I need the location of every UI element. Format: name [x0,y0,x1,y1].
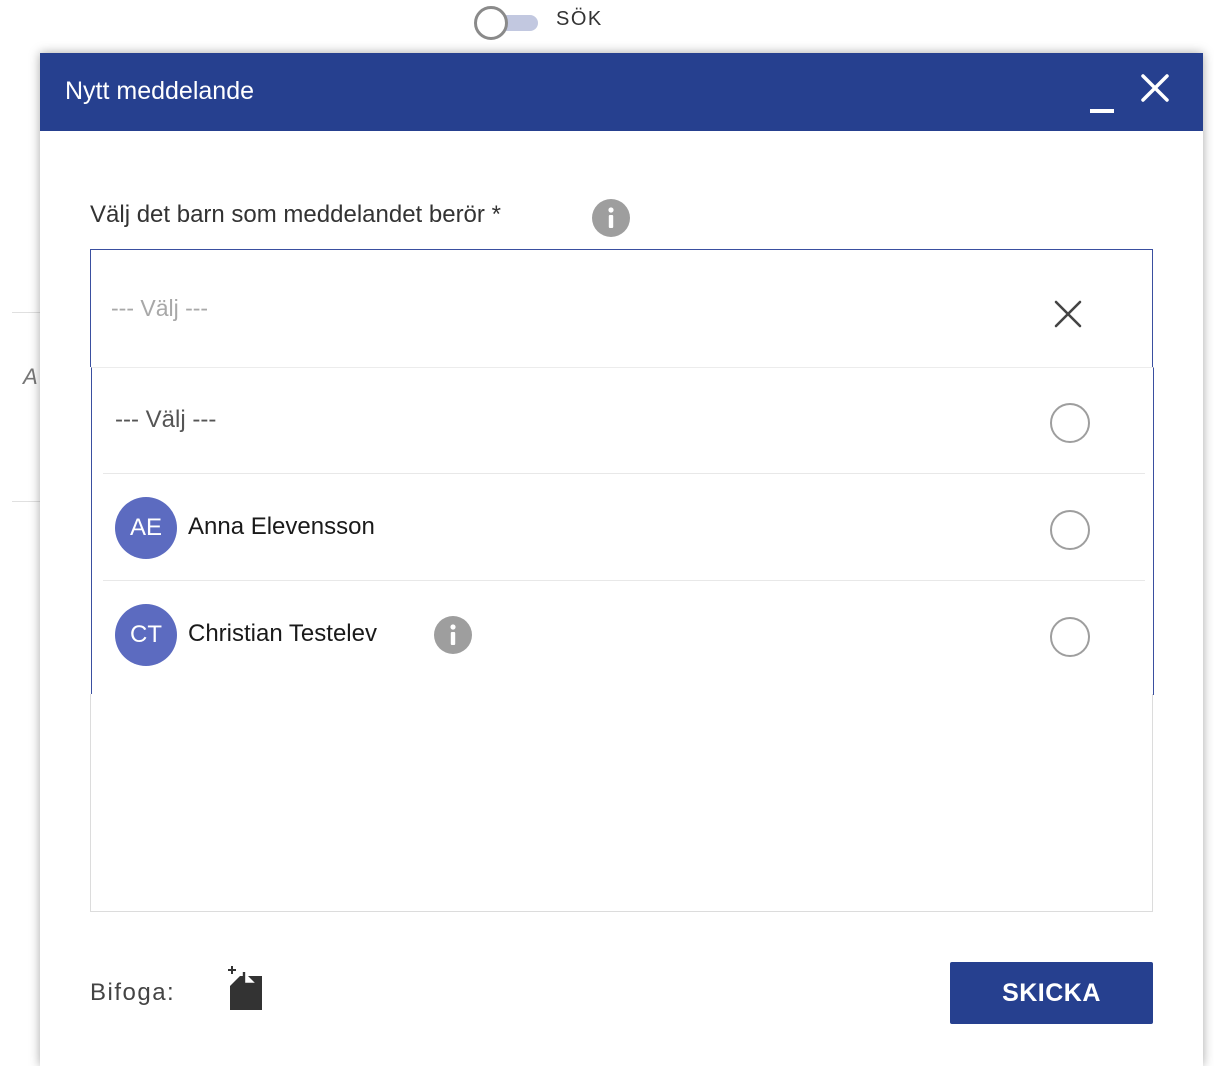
minimize-button[interactable] [1089,95,1115,113]
avatar: CT [115,604,177,666]
info-icon[interactable] [433,615,473,655]
option-radio[interactable] [1050,403,1090,443]
option-label: Anna Elevensson [188,513,375,540]
avatar: AE [115,497,177,559]
child-select-dropdown: --- Välj --- AE Anna Elevensson CT Chris… [91,367,1154,695]
background-divider [12,312,42,313]
search-toggle[interactable] [474,6,542,40]
toggle-knob [474,6,508,40]
add-file-icon[interactable] [220,964,264,1012]
send-button[interactable]: SKICKA [950,962,1153,1024]
child-select-label: Välj det barn som meddelandet berör * [90,201,501,228]
child-select[interactable]: --- Välj --- [90,249,1153,367]
dropdown-option-christian-testelev[interactable]: CT Christian Testelev [103,582,1145,688]
search-toggle-label: SÖK [556,8,603,30]
new-message-dialog: Nytt meddelande Välj det barn som meddel… [40,53,1203,1066]
minimize-icon [1090,109,1114,113]
dialog-header: Nytt meddelande [40,53,1203,131]
attach-label: Bifoga: [90,979,176,1006]
select-placeholder: --- Välj --- [111,295,209,321]
clear-icon[interactable] [1052,298,1084,330]
close-button[interactable] [1138,71,1172,105]
info-icon[interactable] [591,198,631,238]
dropdown-option-anna-elevensson[interactable]: AE Anna Elevensson [103,475,1145,581]
option-radio[interactable] [1050,617,1090,657]
option-radio[interactable] [1050,510,1090,550]
background-divider [12,501,42,502]
option-label: --- Välj --- [115,406,217,433]
background-text: A [23,364,38,389]
close-icon [1141,74,1169,102]
message-textarea[interactable] [90,694,1153,912]
dialog-title: Nytt meddelande [65,77,255,105]
option-label: Christian Testelev [188,620,377,647]
dropdown-option-placeholder[interactable]: --- Välj --- [103,368,1145,474]
